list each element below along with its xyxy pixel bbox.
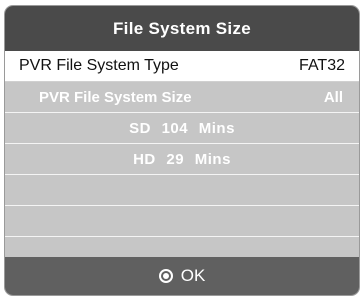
menu-row-label: PVR File System Type — [19, 57, 179, 74]
menu-row-value: FAT32 — [299, 57, 345, 74]
menu-row-hd-duration: HD 29 Mins — [5, 144, 359, 175]
menu-row-label: PVR File System Size — [39, 88, 192, 106]
empty-row — [5, 206, 359, 237]
sd-duration-text: SD 104 Mins — [129, 119, 235, 137]
menu-row-pvr-file-system-size[interactable]: PVR File System Size All — [5, 82, 359, 113]
menu-row-sd-duration: SD 104 Mins — [5, 113, 359, 144]
file-system-size-dialog: File System Size PVR File System Type FA… — [5, 6, 359, 295]
hd-duration-text: HD 29 Mins — [133, 150, 231, 168]
empty-row — [5, 175, 359, 206]
menu-row-value: All — [323, 88, 343, 106]
dialog-title: File System Size — [5, 6, 359, 51]
dialog-title-text: File System Size — [112, 18, 252, 38]
menu-row-pvr-file-system-type[interactable]: PVR File System Type FAT32 — [5, 51, 359, 82]
ok-label: OK — [180, 266, 206, 285]
dialog-footer[interactable]: OK — [5, 257, 359, 295]
ok-button-icon — [158, 269, 173, 283]
